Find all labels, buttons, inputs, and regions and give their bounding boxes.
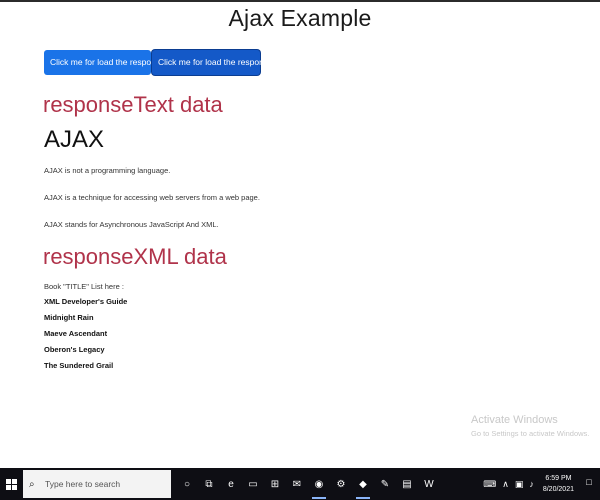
book-title: Midnight Rain	[44, 313, 94, 322]
taskbar: ⌕ Type here to search ○ ⧉ e ▭ ⊞ ✉ ◉ ⚙ ◆ …	[0, 468, 600, 500]
activate-windows-watermark: Activate Windows Go to Settings to activ…	[471, 414, 589, 438]
search-icon: ⌕	[29, 478, 35, 490]
taskbar-clock[interactable]: 6:59 PM 8/20/2021	[543, 473, 574, 495]
load-response-text-button[interactable]: Click me for load the responseText	[44, 50, 180, 75]
book-title: XML Developer's Guide	[44, 297, 128, 306]
pinned-apps: ○ ⧉ e ▭ ⊞ ✉ ◉ ⚙ ◆ ✎ ▤ W	[176, 468, 440, 500]
volume-icon[interactable]: ♪	[529, 479, 534, 489]
system-tray: ⌨ ∧ ▣ ♪ 6:59 PM 8/20/2021 □	[480, 468, 600, 500]
cortana-icon[interactable]: ○	[176, 468, 198, 500]
show-hidden-icons-icon[interactable]: ∧	[502, 479, 509, 490]
mail-icon[interactable]: ✉	[286, 468, 308, 500]
ajax-paragraph: AJAX is a technique for accessing web se…	[44, 193, 260, 202]
visual-studio-icon[interactable]: ◆	[352, 468, 374, 500]
top-rule	[0, 0, 600, 2]
start-button[interactable]	[0, 468, 22, 500]
watermark-subtitle: Go to Settings to activate Windows.	[471, 429, 590, 438]
book-list-label: Book "TITLE" List here :	[44, 282, 124, 291]
paint-icon[interactable]: ✎	[374, 468, 396, 500]
edge-icon[interactable]: e	[220, 468, 242, 500]
task-view-icon[interactable]: ⧉	[198, 468, 220, 500]
book-title: Maeve Ascendant	[44, 329, 108, 338]
windows-logo-icon	[5, 478, 17, 490]
load-response-xml-button[interactable]: Click me for load the responseXML	[152, 50, 290, 75]
response-xml-heading: responseXML data	[43, 244, 227, 269]
book-title: The Sundered Grail	[44, 361, 114, 370]
network-icon[interactable]: ▣	[515, 479, 524, 490]
ajax-paragraph: AJAX is not a programming language.	[44, 166, 171, 175]
watermark-title: Activate Windows	[471, 414, 558, 426]
store-icon[interactable]: ⊞	[264, 468, 286, 500]
notifications-icon[interactable]: □	[582, 477, 596, 491]
settings-icon[interactable]: ⚙	[330, 468, 352, 500]
ajax-title: AJAX	[44, 126, 105, 153]
response-text-heading: responseText data	[43, 92, 223, 117]
ajax-paragraph: AJAX stands for Asynchronous JavaScript …	[44, 220, 219, 229]
book-title-list: XML Developer's Guide Midnight Rain Maev…	[44, 297, 127, 377]
chrome-icon[interactable]: ◉	[308, 468, 330, 500]
notepad-icon[interactable]: ▤	[396, 468, 418, 500]
book-title: Oberon's Legacy	[44, 345, 105, 354]
taskbar-search[interactable]: ⌕ Type here to search	[23, 470, 171, 498]
clock-date: 8/20/2021	[542, 486, 574, 493]
word-icon[interactable]: W	[418, 468, 440, 500]
keyboard-icon[interactable]: ⌨	[483, 479, 496, 490]
search-placeholder: Type here to search	[45, 479, 121, 489]
page-title: Ajax Example	[228, 5, 372, 31]
browser-page: Ajax Example Click me for load the respo…	[0, 0, 600, 468]
file-explorer-icon[interactable]: ▭	[242, 468, 264, 500]
clock-time: 6:59 PM	[545, 475, 572, 482]
